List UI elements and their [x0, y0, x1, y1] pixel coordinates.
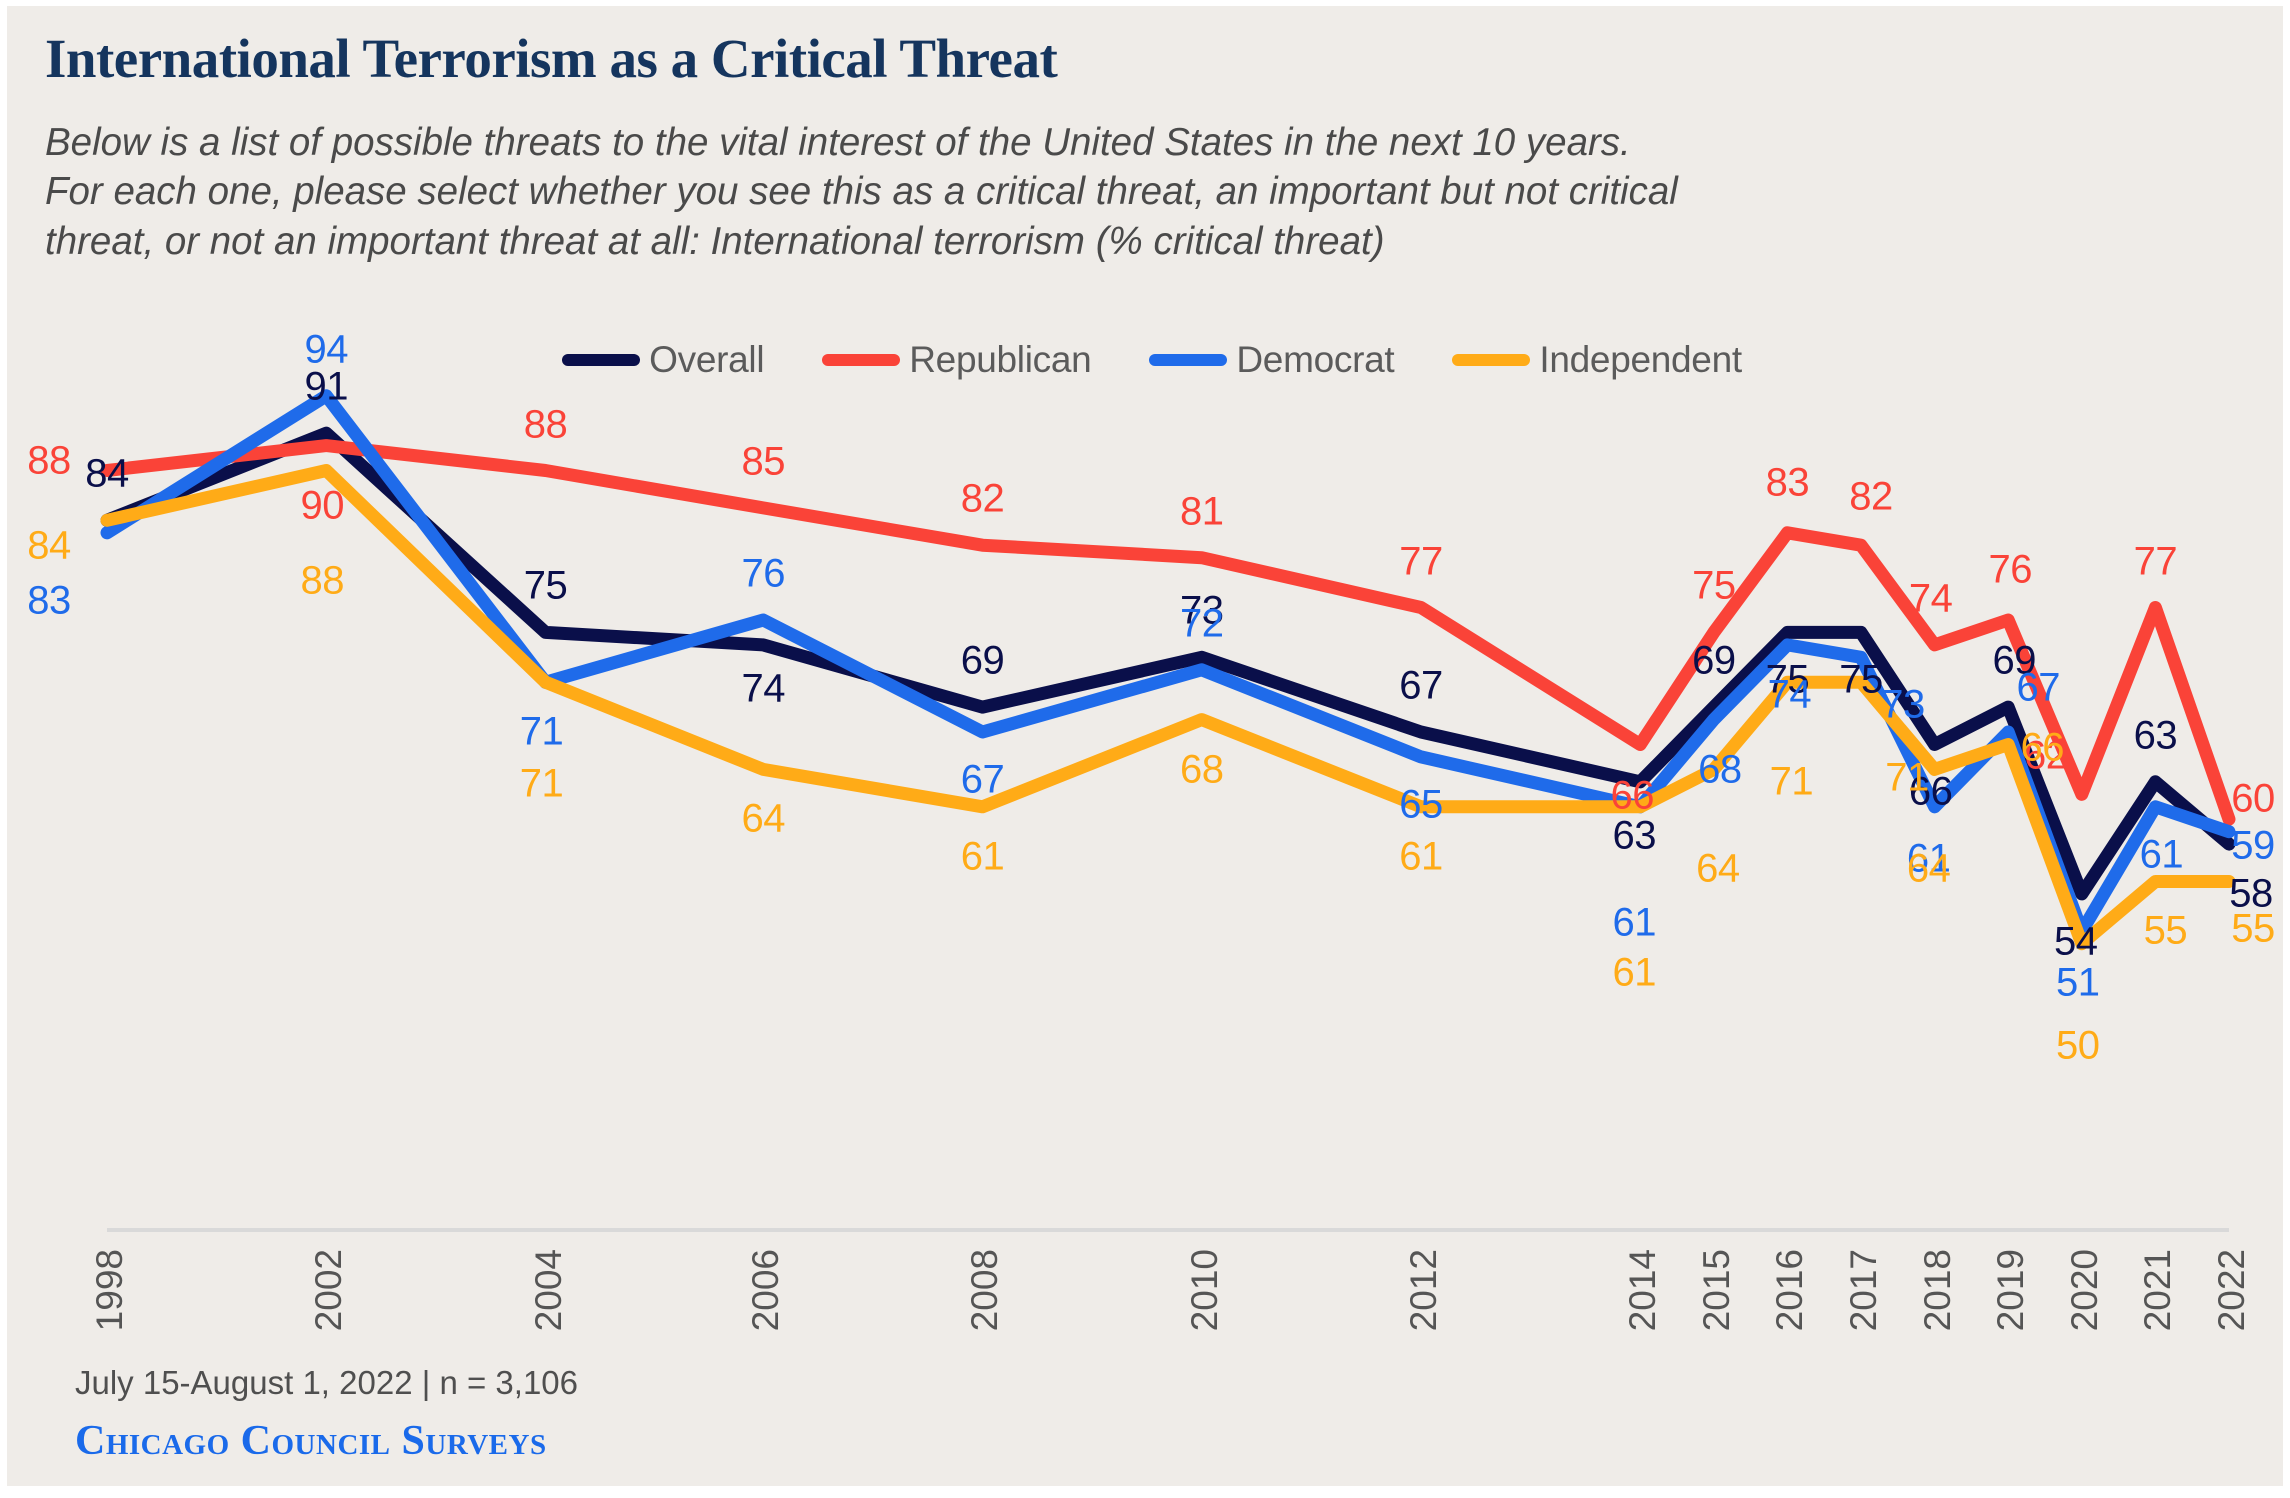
x-tick-2012: 2012 — [1402, 1249, 1444, 1332]
x-tick-2016: 2016 — [1769, 1249, 1811, 1332]
x-tick-2017: 2017 — [1843, 1249, 1885, 1332]
x-tick-1998: 1998 — [89, 1249, 130, 1332]
x-tick-2021: 2021 — [2137, 1249, 2179, 1332]
x-tick-2019: 2019 — [1990, 1249, 2032, 1332]
x-axis-tick-labels: 1998 2002 2004 2006 2008 2010 2012 2014 2015 2016… — [7, 6, 2290, 1498]
x-tick-2010: 2010 — [1183, 1249, 1225, 1332]
x-tick-2020: 2020 — [2063, 1249, 2105, 1332]
x-tick-2022: 2022 — [2211, 1249, 2252, 1332]
x-tick-2008: 2008 — [964, 1249, 1006, 1332]
x-tick-2015: 2015 — [1695, 1249, 1737, 1332]
x-tick-2002: 2002 — [308, 1249, 350, 1332]
x-tick-2004: 2004 — [527, 1249, 569, 1332]
x-tick-2018: 2018 — [1916, 1249, 1958, 1332]
x-tick-2006: 2006 — [745, 1249, 787, 1332]
x-tick-2014: 2014 — [1622, 1249, 1664, 1332]
survey-fieldwork-note: July 15-August 1, 2022 | n = 3,106 — [75, 1364, 579, 1401]
chart-canvas: International Terrorism as a Critical Th… — [0, 0, 2290, 1492]
brand-wordmark: Chicago Council Surveys — [75, 1418, 547, 1464]
